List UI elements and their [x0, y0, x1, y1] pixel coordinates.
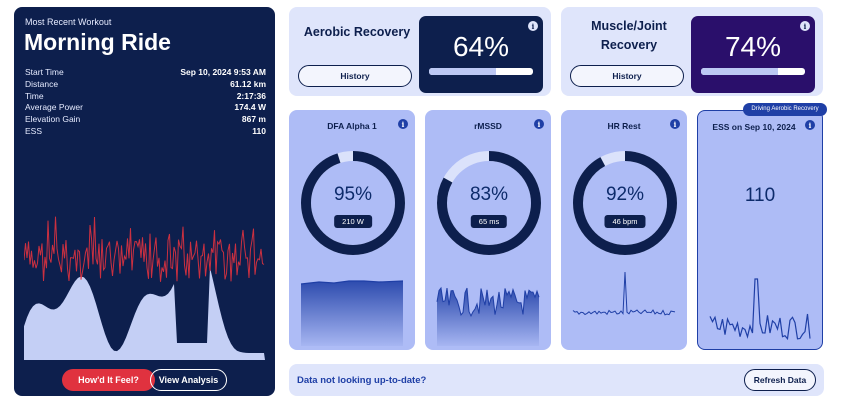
- aerobic-recovery-card: Aerobic Recovery History 64% i: [289, 7, 551, 96]
- info-icon[interactable]: i: [528, 21, 538, 31]
- refresh-data-button[interactable]: Refresh Data: [744, 369, 816, 391]
- data-outdated-message: Data not looking up-to-date?: [297, 375, 427, 386]
- rmssd-trend-sparkline: [436, 286, 540, 346]
- aerobic-score-box: 64% i: [419, 16, 543, 93]
- workout-eyebrow: Most Recent Workout: [25, 17, 112, 27]
- muscle-progress-bar: [701, 68, 805, 75]
- stat-value: 110: [252, 125, 266, 136]
- metric-ring: 95% 210 W: [298, 148, 408, 258]
- muscle-recovery-label: Muscle/Joint Recovery: [591, 19, 667, 52]
- ess-trend-sparkline: [709, 278, 811, 341]
- aerobic-progress-bar: [429, 68, 533, 75]
- elevation-area: [24, 267, 265, 360]
- aerobic-history-button[interactable]: History: [298, 65, 412, 87]
- info-icon[interactable]: i: [398, 119, 408, 129]
- muscle-score-box: 74% i: [691, 16, 815, 93]
- metric-title: rMSSD: [474, 121, 502, 131]
- metric-detail-pill: 210 W: [334, 215, 372, 228]
- dfa-trend-sparkline: [300, 280, 404, 346]
- info-icon[interactable]: i: [670, 119, 680, 129]
- metric-title: DFA Alpha 1: [327, 121, 377, 131]
- stat-label: ESS: [25, 125, 43, 136]
- metric-card-dfa-alpha-1: DFA Alpha 1 i 95% 210 W: [289, 110, 415, 350]
- stat-label: Elevation Gain: [25, 114, 81, 125]
- data-refresh-bar: Data not looking up-to-date? Refresh Dat…: [289, 364, 824, 396]
- stat-label: Start Time: [25, 67, 64, 77]
- stat-value: Sep 10, 2024 9:53 AM: [180, 67, 266, 77]
- stat-label: Average Power: [25, 102, 83, 113]
- aerobic-progress-fill: [429, 68, 496, 75]
- stat-value: 174.4 W: [234, 102, 266, 113]
- metric-title: HR Rest: [607, 121, 641, 131]
- info-icon[interactable]: i: [534, 119, 544, 129]
- stat-label: Time: [25, 90, 44, 101]
- muscle-progress-fill: [701, 68, 778, 75]
- aerobic-percent: 64%: [452, 31, 510, 62]
- metric-percent: 95%: [333, 184, 373, 205]
- stat-value: 867 m: [241, 114, 266, 125]
- ess-value: 110: [744, 185, 776, 206]
- metric-card-ess: ESS on Sep 10, 2024 i 110: [697, 110, 823, 350]
- how-did-it-feel-button[interactable]: How'd It Feel?: [62, 369, 155, 391]
- muscle-joint-recovery-card: Muscle/Joint Recovery History 74% i: [561, 7, 823, 96]
- muscle-history-button[interactable]: History: [570, 65, 684, 87]
- metric-percent: 92%: [605, 184, 645, 205]
- ess-trend-line: [709, 278, 811, 341]
- recovery-dashboard: Most Recent Workout Morning Ride Start T…: [0, 0, 846, 398]
- info-icon[interactable]: i: [800, 21, 810, 31]
- power-trace: [24, 216, 265, 282]
- stat-value: 2:17:36: [236, 90, 266, 101]
- view-analysis-button[interactable]: View Analysis: [150, 369, 227, 391]
- metric-card-rmssd: rMSSD i 83% 65 ms: [425, 110, 551, 350]
- hr-rest-trend-line: [572, 271, 676, 316]
- info-icon[interactable]: i: [805, 120, 815, 130]
- stat-row-average-power: Average Power 174.4 W: [25, 102, 266, 114]
- stat-value: 61.12 km: [230, 78, 266, 89]
- most-recent-workout-card: Most Recent Workout Morning Ride Start T…: [14, 7, 275, 396]
- metric-ring: 92% 46 bpm: [570, 148, 680, 258]
- hr-rest-trend-sparkline: [572, 271, 676, 316]
- stat-row-time: Time 2:17:36: [25, 91, 266, 103]
- metric-card-hr-rest: HR Rest i 92% 46 bpm: [561, 110, 687, 350]
- stat-row-distance: Distance 61.12 km: [25, 79, 266, 91]
- workout-power-elevation-chart: [24, 216, 265, 360]
- stat-label: Distance: [25, 78, 59, 89]
- ess-title: ESS on Sep 10, 2024: [712, 122, 796, 132]
- workout-title: Morning Ride: [24, 29, 171, 55]
- stat-row-elevation-gain: Elevation Gain 867 m: [25, 114, 266, 126]
- aerobic-recovery-label: Aerobic Recovery: [303, 25, 411, 39]
- metric-ring: 83% 65 ms: [434, 148, 544, 258]
- metric-detail-pill: 65 ms: [470, 215, 508, 228]
- stat-row-start-time: Start Time Sep 10, 2024 9:53 AM: [25, 67, 266, 79]
- workout-stats: Start Time Sep 10, 2024 9:53 AM Distance 6…: [25, 67, 266, 138]
- metric-percent: 83%: [469, 184, 509, 205]
- dfa-trend-area: [301, 281, 403, 346]
- muscle-percent: 74%: [724, 31, 782, 62]
- driving-aerobic-recovery-badge: Driving Aerobic Recovery: [743, 103, 827, 116]
- stat-row-ess: ESS 110: [25, 126, 266, 138]
- metric-detail-pill: 46 bpm: [604, 215, 646, 228]
